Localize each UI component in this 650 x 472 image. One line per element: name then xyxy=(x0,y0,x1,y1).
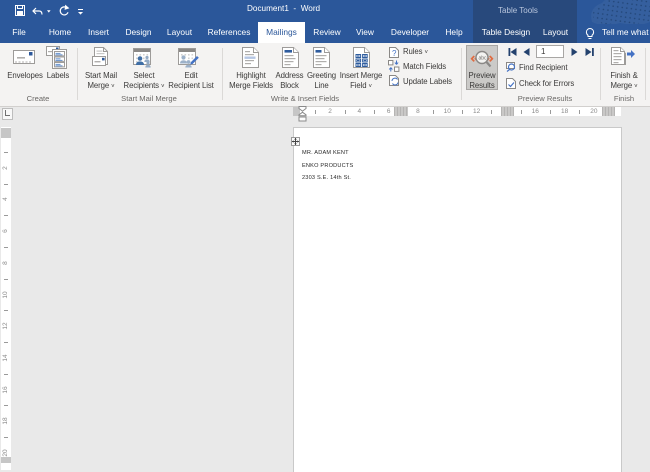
svg-text:?: ? xyxy=(392,49,397,58)
svg-text:abc: abc xyxy=(479,56,488,62)
